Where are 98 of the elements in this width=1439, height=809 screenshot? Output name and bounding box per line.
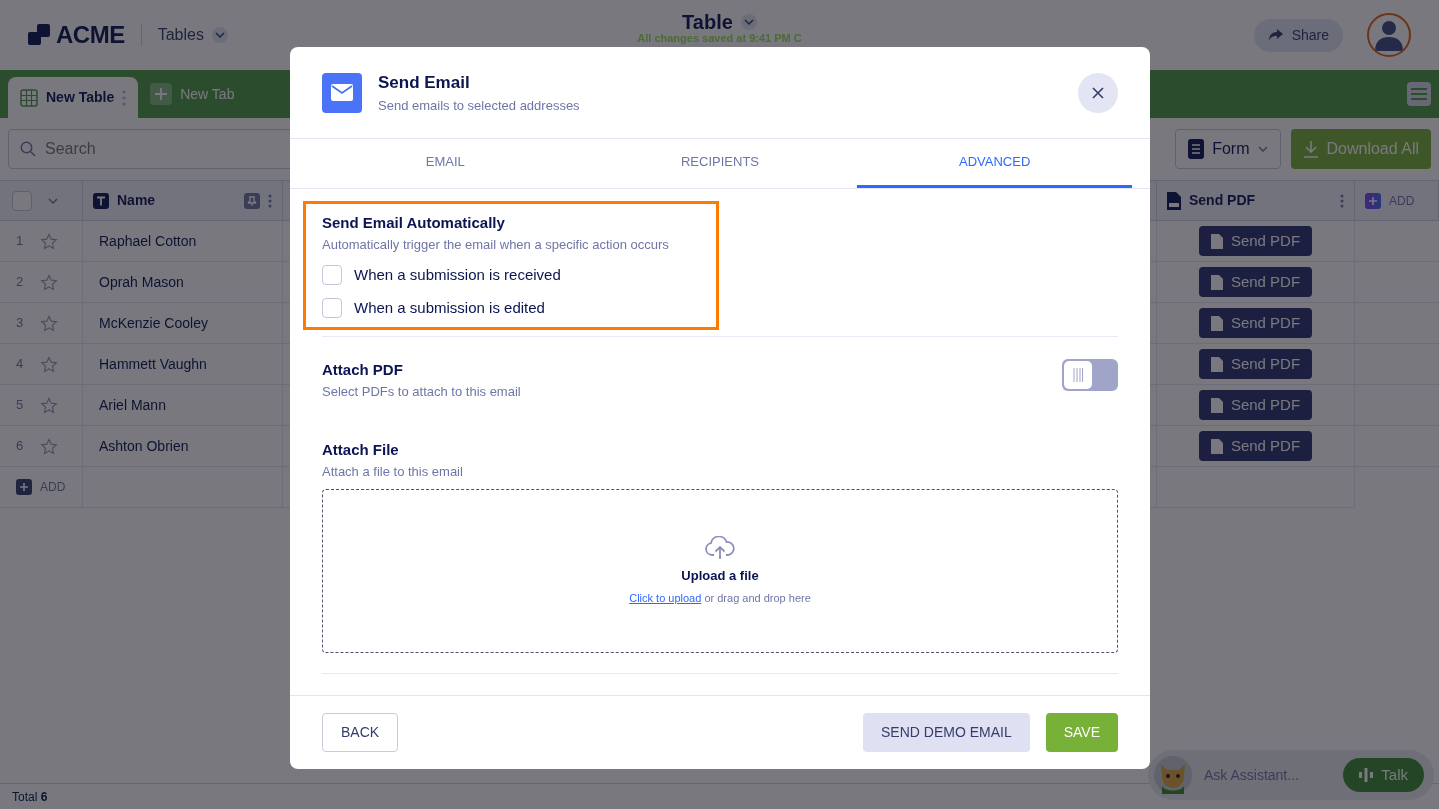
logo-icon: [28, 24, 52, 46]
close-button[interactable]: [1078, 72, 1118, 113]
send-demo-email-button[interactable]: SEND DEMO EMAIL: [863, 713, 1030, 752]
checkbox-label[interactable]: When a submission is received: [354, 264, 561, 287]
add-row-icon[interactable]: [16, 479, 32, 495]
upload-hint: Click to upload or drag and drop here: [629, 590, 811, 606]
upload-link[interactable]: Click to upload: [629, 591, 702, 604]
star-icon[interactable]: [40, 273, 58, 291]
chevron-down-icon: [214, 32, 225, 38]
total-count: Total 6: [12, 788, 48, 806]
table-cell-text: McKenzie Cooley: [99, 313, 208, 333]
save-button[interactable]: SAVE: [1045, 713, 1118, 752]
share-button[interactable]: Share: [1253, 18, 1343, 52]
text-type-icon: [93, 192, 109, 209]
upload-title: Upload a file: [681, 567, 759, 585]
chevron-down-icon: [743, 19, 754, 25]
toggle-switch[interactable]: [1062, 359, 1118, 391]
grid-icon: [20, 88, 38, 107]
star-icon[interactable]: [40, 396, 58, 414]
row-number: 2: [16, 273, 25, 292]
section-subtitle: Select PDFs to attach to this email: [322, 382, 521, 401]
table-tab[interactable]: New Table: [8, 77, 139, 118]
table-cell-text: Oprah Mason: [99, 272, 184, 292]
select-all-checkbox[interactable]: [12, 190, 32, 211]
dropdown-toggle-icon[interactable]: [211, 27, 228, 43]
send-pdf-button[interactable]: Send PDF: [1198, 389, 1313, 421]
send-pdf-button[interactable]: Send PDF: [1198, 430, 1313, 462]
menu-button[interactable]: [1407, 82, 1431, 106]
section-title: Attach PDF: [322, 360, 404, 380]
section-title: Attach File: [322, 440, 400, 460]
chevron-down-icon: [48, 197, 58, 204]
avatar[interactable]: [1367, 13, 1411, 57]
share-icon: [1267, 28, 1284, 42]
send-pdf-button[interactable]: Send PDF: [1198, 266, 1313, 298]
checkbox[interactable]: [322, 297, 342, 318]
envelope-icon: [331, 84, 353, 101]
modal-tab[interactable]: RECIPIENTS: [582, 139, 858, 188]
dropdown-toggle-icon[interactable]: [740, 14, 757, 30]
row-number: 6: [16, 437, 25, 456]
voice-icon: [1359, 768, 1374, 782]
talk-button[interactable]: Talk: [1343, 757, 1424, 793]
column-header: Send PDF: [1189, 191, 1256, 210]
pdf-file-icon: [1167, 191, 1181, 210]
row-number: 3: [16, 314, 25, 333]
form-icon: [1188, 139, 1205, 159]
table-cell-text: Hammett Vaughn: [99, 354, 207, 374]
star-icon[interactable]: [40, 437, 58, 455]
section-name[interactable]: Tables: [157, 23, 204, 47]
pdf-file-icon: [1210, 315, 1223, 331]
pdf-file-icon: [1210, 397, 1223, 413]
plus-icon: [154, 87, 169, 101]
menu-icon: [1411, 88, 1427, 100]
modal-subtitle: Send emails to selected addresses: [378, 96, 580, 115]
row-number: 5: [16, 396, 25, 415]
row-number: 4: [16, 355, 25, 374]
add-column-icon[interactable]: [1365, 192, 1381, 209]
send-pdf-button[interactable]: Send PDF: [1198, 307, 1313, 339]
table-cell-text: Ashton Obrien: [99, 436, 189, 456]
star-icon[interactable]: [40, 232, 58, 250]
row-number: 1: [16, 232, 25, 251]
person-icon: [1374, 19, 1404, 51]
logo-text: ACME: [56, 20, 125, 50]
chevron-down-icon: [1257, 146, 1268, 152]
column-header: Name: [117, 191, 156, 210]
pdf-file-icon: [1210, 356, 1223, 372]
add-row-label[interactable]: ADD: [40, 478, 66, 496]
table-tab[interactable]: New Tab: [150, 83, 235, 105]
table-cell-text: Raphael Cotton: [99, 231, 197, 251]
star-icon[interactable]: [40, 355, 58, 373]
pin-icon: [244, 192, 260, 209]
mascot-icon: [1154, 756, 1192, 794]
pdf-file-icon: [1210, 274, 1223, 290]
send-pdf-button[interactable]: Send PDF: [1198, 348, 1313, 380]
kebab-icon[interactable]: [268, 193, 272, 208]
save-status: All changes saved at 9:41 PM C: [637, 32, 802, 45]
back-button[interactable]: BACK: [322, 713, 399, 752]
star-icon[interactable]: [40, 314, 58, 332]
close-icon: [1092, 86, 1104, 99]
download-icon: [1302, 140, 1319, 158]
kebab-icon[interactable]: [1340, 193, 1344, 208]
section-subtitle: Automatically trigger the email when a specific action occurs: [322, 235, 670, 254]
table-cell-text: Ariel Mann: [99, 395, 166, 415]
checkbox-label[interactable]: When a submission is edited: [354, 296, 545, 319]
document-title: Table: [682, 12, 733, 32]
cloud-upload-icon: [705, 536, 735, 560]
section-title: Send Email Automatically: [322, 213, 506, 233]
add-column-label[interactable]: ADD: [1389, 191, 1415, 210]
upload-dropzone[interactable]: Upload a file Click to upload or drag and drop here: [322, 489, 1118, 653]
grip-icon: [1073, 368, 1083, 382]
send-pdf-button[interactable]: Send PDF: [1198, 225, 1313, 257]
modal-title: Send Email: [378, 72, 471, 94]
kebab-icon: [122, 89, 127, 106]
section-subtitle: Attach a file to this email: [322, 462, 464, 481]
pdf-file-icon: [1210, 233, 1223, 249]
pdf-file-icon: [1210, 438, 1223, 454]
checkbox[interactable]: [322, 265, 342, 286]
view-dropdown[interactable]: Form: [1175, 129, 1281, 169]
modal-tab[interactable]: ADVANCED: [857, 139, 1132, 188]
